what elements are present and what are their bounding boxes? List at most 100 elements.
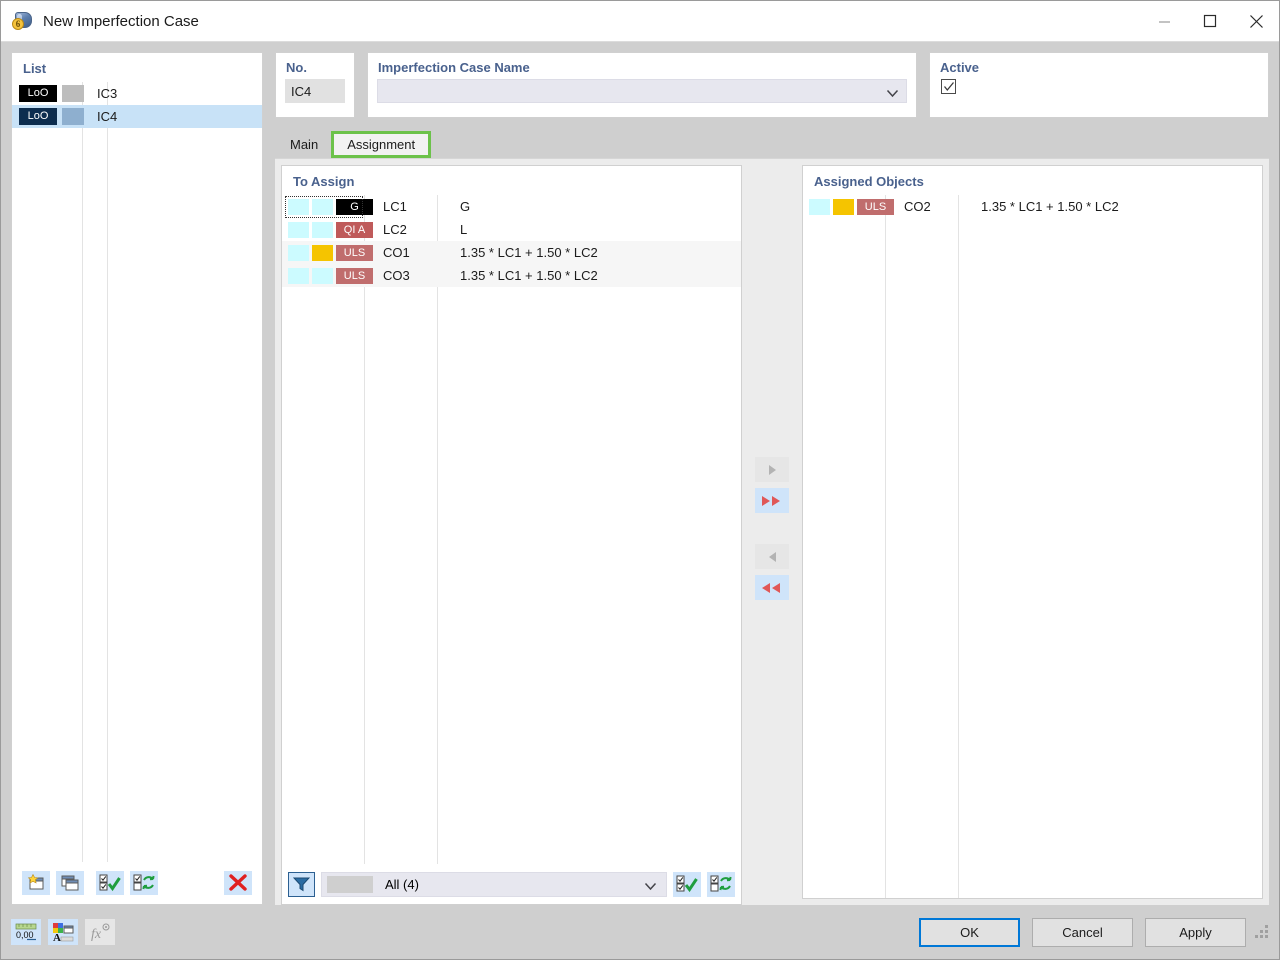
row-color-swatch-2 <box>312 267 333 284</box>
assign-selected-button[interactable] <box>755 457 789 482</box>
row-type-badge: QI A <box>336 221 373 238</box>
active-field-box: Active <box>929 52 1269 118</box>
to-assign-row[interactable]: G LC1 G <box>282 195 741 218</box>
row-description: 1.35 * LC1 + 1.50 * LC2 <box>460 268 598 283</box>
title-bar: 6 New Imperfection Case <box>1 1 1279 42</box>
svg-text:fx: fx <box>91 927 102 942</box>
unassign-selected-button[interactable] <box>755 544 789 569</box>
apply-button[interactable]: Apply <box>1145 917 1246 947</box>
list-grid: LoO IC3 LoO IC4 <box>12 82 262 862</box>
imperfection-case-name-input[interactable] <box>377 79 907 103</box>
list-toolbar <box>12 862 262 904</box>
row-name: LC2 <box>383 222 407 237</box>
resize-grip[interactable] <box>1255 925 1269 939</box>
imperfection-case-name-label: Imperfection Case Name <box>378 60 530 75</box>
row-color-swatch-1 <box>288 244 309 261</box>
assigned-objects-legend: Assigned Objects <box>814 174 924 189</box>
to-assign-row[interactable]: ULS CO1 1.35 * LC1 + 1.50 * LC2 <box>282 241 741 264</box>
row-type-badge: ULS <box>336 244 373 261</box>
filter-value: All (4) <box>385 876 419 892</box>
select-all-rows-button[interactable] <box>673 871 701 897</box>
row-color-swatch-2 <box>833 198 854 215</box>
row-description: 1.35 * LC1 + 1.50 * LC2 <box>981 199 1119 214</box>
list-item-label: IC3 <box>97 86 118 101</box>
row-description: 1.35 * LC1 + 1.50 * LC2 <box>460 245 598 260</box>
row-type-badge: ULS <box>857 198 894 215</box>
imperfection-case-icon: 6 <box>12 10 34 32</box>
active-label: Active <box>940 60 980 75</box>
right-side: No. IC4 Imperfection Case Name Active Ma… <box>275 52 1269 905</box>
to-assign-rows: G LC1 G QI A LC2 L ULS CO1 1.35 * LC1 + … <box>282 195 741 864</box>
minimize-button[interactable] <box>1141 1 1187 42</box>
svg-text:0,00: 0,00 <box>16 930 34 940</box>
invert-selection-button[interactable] <box>130 871 158 895</box>
filter-color-block <box>327 875 373 893</box>
no-field-box: No. IC4 <box>275 52 355 118</box>
assignment-panel: To Assign G LC1 G QI A LC2 L ULS CO1 1.3… <box>275 158 1269 905</box>
row-color-swatch-1 <box>809 198 830 215</box>
no-value[interactable]: IC4 <box>285 79 345 103</box>
list-item[interactable]: LoO IC3 <box>12 82 262 105</box>
row-color-swatch-2 <box>312 221 333 238</box>
row-type-badge: G <box>336 198 373 215</box>
formula-button: fx <box>85 919 115 945</box>
filter-button[interactable] <box>288 871 315 897</box>
to-assign-legend: To Assign <box>293 174 355 189</box>
cancel-button[interactable]: Cancel <box>1032 917 1133 947</box>
dialog-window: 6 New Imperfection Case List LoO IC3 LoO… <box>0 0 1280 960</box>
row-description: L <box>460 222 468 237</box>
assigned-objects-pane: Assigned Objects ULS CO2 1.35 * LC1 + 1.… <box>802 165 1263 899</box>
row-color-swatch-2 <box>312 198 333 215</box>
row-type-badge: ULS <box>336 267 373 284</box>
assigned-row[interactable]: ULS CO2 1.35 * LC1 + 1.50 * LC2 <box>803 195 1262 218</box>
row-name: CO3 <box>383 268 410 283</box>
list-item-color-swatch <box>62 108 84 125</box>
to-assign-footer: All (4) <box>282 864 741 904</box>
number-format-button[interactable]: 0,00 <box>11 919 41 945</box>
active-checkbox[interactable] <box>941 79 956 94</box>
top-fields: No. IC4 Imperfection Case Name Active <box>275 52 1269 118</box>
list-rows: LoO IC3 LoO IC4 <box>12 82 262 128</box>
list-item[interactable]: LoO IC4 <box>12 105 262 128</box>
row-color-swatch-2 <box>312 244 333 261</box>
svg-text:A: A <box>53 932 61 942</box>
window-title: New Imperfection Case <box>43 12 199 30</box>
row-description: G <box>460 199 471 214</box>
assigned-objects-rows: ULS CO2 1.35 * LC1 + 1.50 * LC2 <box>803 195 1262 898</box>
chevron-down-icon <box>644 879 657 894</box>
assign-all-button[interactable] <box>755 488 789 513</box>
filter-select[interactable]: All (4) <box>321 871 667 897</box>
close-button[interactable] <box>1233 1 1279 42</box>
transfer-button-column <box>742 159 802 905</box>
list-panel: List LoO IC3 LoO IC4 <box>11 52 263 905</box>
no-label: No. <box>286 60 307 75</box>
copy-case-button[interactable] <box>56 871 84 895</box>
unassign-all-button[interactable] <box>755 575 789 600</box>
ok-button[interactable]: OK <box>919 917 1020 947</box>
new-case-button[interactable] <box>22 871 50 895</box>
list-item-badge: LoO <box>19 85 57 102</box>
row-name: CO1 <box>383 245 410 260</box>
tab-main[interactable]: Main <box>277 131 331 158</box>
to-assign-pane: To Assign G LC1 G QI A LC2 L ULS CO1 1.3… <box>281 165 742 905</box>
list-item-color-swatch <box>62 85 84 102</box>
dialog-body: List LoO IC3 LoO IC4 No. IC4 Imperfectio… <box>1 42 1279 959</box>
to-assign-row[interactable]: ULS CO3 1.35 * LC1 + 1.50 * LC2 <box>282 264 741 287</box>
font-color-button[interactable]: A <box>48 919 78 945</box>
row-name: CO2 <box>904 199 931 214</box>
invert-rows-selection-button[interactable] <box>707 871 735 897</box>
delete-case-button[interactable] <box>224 871 252 895</box>
row-color-swatch-1 <box>288 198 309 215</box>
bottom-bar: 0,00 A fx OK Cancel Apply <box>1 905 1279 959</box>
row-color-swatch-1 <box>288 221 309 238</box>
maximize-button[interactable] <box>1187 1 1233 42</box>
tab-bar: Main Assignment <box>275 128 1269 158</box>
chevron-down-icon <box>886 86 899 101</box>
row-color-swatch-1 <box>288 267 309 284</box>
name-field-box: Imperfection Case Name <box>367 52 917 118</box>
select-all-button[interactable] <box>96 871 124 895</box>
tab-assignment[interactable]: Assignment <box>331 131 432 158</box>
list-item-badge: LoO <box>19 108 57 125</box>
list-item-label: IC4 <box>97 109 118 124</box>
to-assign-row[interactable]: QI A LC2 L <box>282 218 741 241</box>
